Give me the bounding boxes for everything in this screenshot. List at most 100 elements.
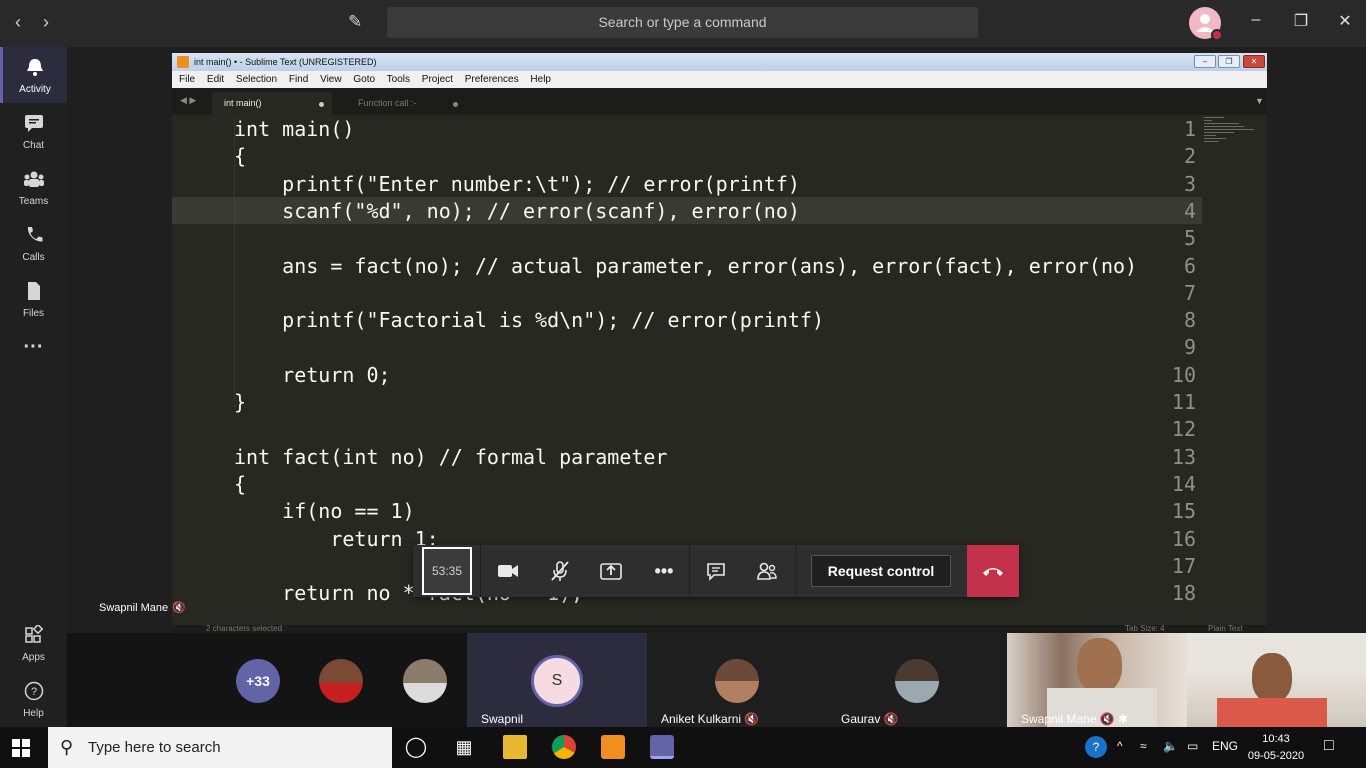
code-line[interactable]: printf("Enter number:\t"); // error(prin…	[234, 172, 800, 196]
close-icon[interactable]: ✕	[1333, 11, 1357, 31]
menu-tools[interactable]: Tools	[387, 74, 410, 85]
file-explorer-icon[interactable]	[503, 735, 527, 759]
command-search-box[interactable]: Search or type a command	[387, 7, 978, 38]
forward-arrow-icon[interactable]: ›	[36, 12, 56, 33]
profile-avatar[interactable]	[1189, 7, 1223, 41]
syntax-status[interactable]: Plain Text	[1208, 625, 1243, 633]
video-tile-swapnil-mane[interactable]: Swapnil Mane 🔇 ✱	[1007, 633, 1187, 727]
close-icon[interactable]: ✕	[1243, 55, 1265, 68]
request-control-button[interactable]: Request control	[811, 555, 951, 587]
indent-guide	[234, 117, 235, 407]
battery-icon[interactable]: ▭	[1187, 739, 1198, 753]
participant-tile-aniket[interactable]: Aniket Kulkarni 🔇	[647, 633, 827, 727]
more-actions-icon[interactable]: •••	[651, 559, 677, 583]
show-participants-button[interactable]	[754, 559, 780, 583]
app-rail: Activity Chat Teams Calls Files ··· Apps…	[0, 47, 67, 727]
teams-app-icon[interactable]	[650, 735, 674, 759]
line-number: 18	[1171, 581, 1196, 606]
status-bar: 2 characters selected Tab Size: 4 Plain …	[172, 625, 1267, 633]
selection-status: 2 characters selected	[206, 624, 283, 633]
taskbar-search-box[interactable]: ⚲ Type here to search	[48, 727, 392, 768]
restore-icon[interactable]: ❐	[1218, 55, 1240, 68]
code-line[interactable]: {	[234, 144, 246, 168]
participant-avatar[interactable]	[403, 659, 447, 703]
code-line[interactable]: scanf("%d", no); // error(scanf), error(…	[234, 199, 800, 223]
participant-avatar[interactable]	[319, 659, 363, 703]
code-line[interactable]: return 1;	[234, 527, 438, 551]
code-line[interactable]: if(no == 1)	[234, 499, 414, 523]
menu-selection[interactable]: Selection	[236, 74, 277, 85]
task-view-icon[interactable]: ▦	[452, 735, 476, 759]
tab-int-main[interactable]: int main()	[212, 92, 332, 115]
network-icon[interactable]: ≈	[1140, 739, 1147, 753]
share-screen-icon	[600, 563, 622, 580]
menu-file[interactable]: File	[179, 74, 195, 85]
code-line[interactable]: int main()	[234, 117, 354, 141]
svg-text:?: ?	[30, 686, 36, 698]
participant-tile-gaurav[interactable]: Gaurav 🔇	[827, 633, 1007, 727]
menu-project[interactable]: Project	[422, 74, 453, 85]
menu-find[interactable]: Find	[289, 74, 308, 85]
code-line[interactable]: printf("Factorial is %d\n"); // error(pr…	[234, 308, 824, 332]
maximize-icon[interactable]: ❐	[1289, 11, 1313, 31]
code-line[interactable]: return 0;	[234, 363, 390, 387]
language-indicator[interactable]: ENG	[1212, 739, 1238, 753]
rail-help[interactable]: ? Help	[0, 671, 67, 727]
volume-icon[interactable]: 🔈	[1163, 739, 1178, 753]
windows-start-icon[interactable]	[12, 739, 30, 757]
tab-label: Function call :-	[358, 98, 417, 108]
tab-scroll-arrows-icon[interactable]: ◀ ▶	[180, 95, 196, 106]
camera-button[interactable]	[495, 559, 521, 583]
line-number: 11	[1171, 390, 1196, 414]
minimap[interactable]	[1204, 115, 1264, 155]
show-conversation-button[interactable]	[703, 559, 729, 583]
code-line[interactable]: }	[234, 390, 246, 414]
minimize-icon[interactable]: –	[1244, 11, 1268, 29]
tab-size-status[interactable]: Tab Size: 4	[1125, 625, 1165, 633]
rail-calls[interactable]: Calls	[0, 215, 67, 271]
share-button[interactable]	[598, 559, 624, 583]
chat-bubble-icon	[707, 563, 725, 581]
back-arrow-icon[interactable]: ‹	[8, 12, 28, 33]
menu-goto[interactable]: Goto	[353, 74, 375, 85]
tab-dropdown-icon[interactable]: ▼	[1255, 96, 1264, 106]
menu-edit[interactable]: Edit	[207, 74, 224, 85]
presenter-name: Swapnil Mane	[99, 602, 169, 614]
mic-off-icon: 🔇	[1099, 712, 1115, 726]
new-chat-icon[interactable]: ✎	[348, 12, 362, 32]
rail-files[interactable]: Files	[0, 271, 67, 327]
self-video-tile[interactable]	[1187, 633, 1366, 727]
menu-help[interactable]: Help	[530, 74, 551, 85]
line-number: 1	[1183, 117, 1196, 141]
sublime-text-icon[interactable]	[601, 735, 625, 759]
tab-function-call[interactable]: Function call :-	[346, 92, 466, 115]
rail-teams[interactable]: Teams	[0, 159, 67, 215]
mute-button[interactable]	[547, 559, 573, 583]
notifications-icon[interactable]: □	[1324, 737, 1334, 755]
more-participants-badge[interactable]: +33	[236, 659, 280, 703]
apps-icon	[24, 625, 43, 643]
tray-overflow-icon[interactable]: ^	[1117, 739, 1123, 753]
hang-up-button[interactable]	[967, 545, 1019, 597]
rail-more[interactable]: ···	[0, 337, 67, 367]
mic-off-icon: 🔇	[883, 712, 899, 726]
line-number: 2	[1183, 144, 1196, 169]
windows-taskbar: ⚲ Type here to search ◯ ▦ ? ^ ≈ 🔈 ▭ ENG …	[0, 727, 1366, 768]
cortana-icon[interactable]: ◯	[404, 735, 428, 759]
chrome-icon[interactable]	[552, 735, 576, 759]
rail-activity[interactable]: Activity	[0, 47, 67, 103]
participant-tile-swapnil[interactable]: S Swapnil	[467, 633, 647, 727]
code-line[interactable]: {	[234, 472, 246, 496]
rail-apps[interactable]: Apps	[0, 615, 67, 671]
menu-preferences[interactable]: Preferences	[465, 74, 519, 85]
code-line[interactable]: ans = fact(no); // actual parameter, err…	[234, 254, 1137, 278]
line-number: 14	[1171, 471, 1196, 496]
clock[interactable]: 10:43 09-05-2020	[1246, 731, 1306, 765]
sublime-logo-icon	[177, 56, 189, 68]
rail-chat[interactable]: Chat	[0, 103, 67, 159]
menu-view[interactable]: View	[320, 74, 342, 85]
code-line[interactable]: int fact(int no) // formal parameter	[234, 445, 667, 469]
help-tray-icon[interactable]: ?	[1085, 736, 1107, 758]
rail-label: Chat	[22, 140, 45, 151]
minimize-icon[interactable]: –	[1194, 55, 1216, 68]
